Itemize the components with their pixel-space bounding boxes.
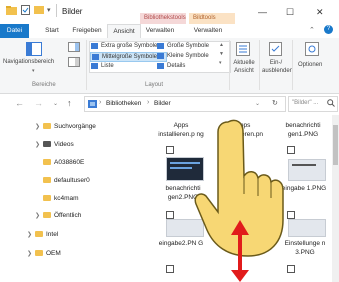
layout-gallery: Extra große Symbole Große Symbole Mittel… bbox=[89, 41, 231, 73]
layout-details[interactable]: Details bbox=[156, 62, 237, 71]
tab-manage-library[interactable]: Verwalten bbox=[143, 24, 177, 38]
current-view-icon[interactable] bbox=[236, 42, 250, 58]
address-dropdown-icon[interactable]: ⌄ bbox=[255, 100, 260, 107]
show-hide-icon[interactable] bbox=[269, 42, 282, 58]
ribbon-collapse-icon[interactable]: ⌃ bbox=[309, 26, 315, 34]
folder-icon bbox=[43, 177, 51, 184]
folder-icon bbox=[35, 231, 43, 238]
layout-list[interactable]: Liste bbox=[90, 62, 165, 71]
current-view-button[interactable]: Aktuelle Ansicht bbox=[231, 59, 257, 75]
breadcrumb-pictures[interactable]: Bilder bbox=[154, 100, 171, 107]
breadcrumb-separator: › bbox=[147, 99, 150, 106]
chevron-right-icon[interactable]: ❯ bbox=[27, 229, 35, 241]
navigation-pane-icon[interactable] bbox=[26, 42, 42, 58]
refresh-icon[interactable]: ↻ bbox=[272, 99, 278, 107]
address-field[interactable]: › Bibliotheken › Bilder ⌄ ↻ bbox=[84, 96, 286, 112]
group-label-panes: Bereiche bbox=[32, 82, 56, 88]
tab-manage-pictures[interactable]: Verwalten bbox=[191, 24, 225, 38]
folder-icon bbox=[43, 195, 51, 202]
chevron-right-icon[interactable]: ❯ bbox=[35, 121, 43, 133]
minimize-button[interactable]: — bbox=[258, 7, 267, 17]
nav-pane-dropdown-icon[interactable]: ▾ bbox=[32, 68, 35, 74]
ribbon-tab-bar: Datei Start Freigeben Ansicht Verwalten … bbox=[0, 24, 339, 39]
details-pane-icon[interactable] bbox=[68, 57, 80, 69]
layout-small-icons[interactable]: Kleine Symbole bbox=[156, 52, 237, 61]
options-button[interactable]: Optionen bbox=[298, 62, 322, 68]
layout-expand-icon[interactable]: ▾ bbox=[219, 60, 222, 66]
ribbon-separator bbox=[259, 40, 260, 90]
hand-scroll-gesture-icon bbox=[194, 119, 284, 282]
library-icon bbox=[88, 100, 97, 110]
tab-share[interactable]: Freigeben bbox=[70, 24, 104, 38]
ribbon-separator bbox=[229, 40, 230, 90]
file-checkbox[interactable] bbox=[166, 265, 174, 273]
maximize-button[interactable]: ☐ bbox=[286, 7, 294, 18]
quick-access-properties-icon[interactable] bbox=[21, 5, 30, 17]
search-field[interactable]: "Bilder" ... bbox=[288, 96, 338, 112]
recent-locations-icon[interactable]: ⌄ bbox=[53, 100, 58, 107]
context-tab-picture-tools[interactable]: Bildtools bbox=[189, 13, 235, 24]
file-checkbox[interactable] bbox=[166, 146, 174, 154]
window-title: Bilder bbox=[62, 7, 83, 16]
tab-start[interactable]: Start bbox=[40, 24, 64, 38]
tab-view[interactable]: Ansicht bbox=[107, 24, 141, 39]
nav-item-public[interactable]: ❯ Öffentlich bbox=[35, 210, 81, 222]
nav-item-a038860e[interactable]: A038860E bbox=[43, 157, 84, 169]
layout-scroll-down-icon[interactable]: ▼ bbox=[219, 51, 224, 57]
scrollbar-thumb[interactable] bbox=[333, 125, 338, 165]
file-checkbox[interactable] bbox=[166, 211, 174, 219]
medium-icons-icon bbox=[92, 54, 99, 60]
nav-item-intel[interactable]: ❯ Intel bbox=[27, 229, 58, 241]
nav-item-searches[interactable]: ❯ Suchvorgänge bbox=[35, 121, 96, 133]
ribbon-separator bbox=[86, 40, 87, 90]
group-label-layout: Layout bbox=[145, 82, 164, 88]
up-arrow-icon[interactable]: ↑ bbox=[67, 98, 72, 108]
search-icon[interactable] bbox=[327, 99, 335, 109]
details-icon bbox=[157, 63, 164, 69]
search-placeholder: "Bilder" ... bbox=[292, 100, 319, 106]
chevron-right-icon[interactable]: ❯ bbox=[35, 210, 43, 222]
close-button[interactable]: ✕ bbox=[316, 7, 324, 18]
breadcrumb-separator: › bbox=[99, 99, 102, 106]
navigation-pane-button[interactable]: Navigationsbereich bbox=[3, 59, 54, 65]
list-icon bbox=[91, 63, 98, 69]
show-hide-button[interactable]: Ein-/ ausblenden bbox=[262, 59, 293, 75]
videos-icon bbox=[43, 141, 51, 148]
extra-large-icons-icon bbox=[91, 43, 98, 49]
layout-scroll-up-icon[interactable]: ▲ bbox=[219, 42, 224, 48]
small-icons-icon bbox=[157, 53, 164, 59]
folder-icon bbox=[43, 123, 51, 130]
nav-item-defaultuser0[interactable]: defaultuser0 bbox=[43, 175, 90, 187]
context-tab-library-tools[interactable]: Bibliothekstools bbox=[140, 13, 186, 24]
nav-item-oem[interactable]: ❯ OEM bbox=[27, 248, 61, 260]
back-arrow-icon[interactable]: ← bbox=[15, 98, 24, 108]
ribbon-separator bbox=[292, 40, 293, 90]
vertical-scrollbar[interactable] bbox=[332, 115, 339, 282]
layout-large-icons[interactable]: Große Symbole bbox=[156, 42, 237, 51]
folder-icon bbox=[43, 159, 51, 166]
nav-item-videos[interactable]: ❯ Videos bbox=[35, 139, 74, 151]
thumbnail-detail bbox=[170, 167, 192, 169]
breadcrumb-libraries[interactable]: Bibliotheken bbox=[106, 100, 141, 107]
preview-pane-icon[interactable] bbox=[68, 42, 80, 54]
chevron-right-icon[interactable]: ❯ bbox=[27, 248, 35, 260]
folder-icon bbox=[35, 250, 43, 257]
options-icon[interactable] bbox=[305, 42, 319, 58]
chevron-right-icon[interactable]: ❯ bbox=[35, 139, 43, 151]
ribbon: Navigationsbereich ▾ Bereiche Extra groß… bbox=[0, 38, 339, 94]
title-divider bbox=[56, 4, 57, 17]
quick-access-newfolder-icon[interactable] bbox=[34, 6, 44, 16]
nav-item-kc4mam[interactable]: kc4mam bbox=[43, 193, 79, 205]
large-icons-icon bbox=[157, 43, 164, 49]
layout-extra-large-icons[interactable]: Extra große Symbole bbox=[90, 42, 165, 51]
folder-icon bbox=[43, 212, 51, 219]
title-bar: ▾ Bilder Bibliothekstools Bildtools — ☐ … bbox=[0, 0, 339, 24]
folder-icon bbox=[6, 6, 17, 17]
help-icon[interactable]: ? bbox=[324, 25, 333, 34]
quick-access-dropdown-icon[interactable]: ▾ bbox=[47, 6, 51, 14]
tab-file[interactable]: Datei bbox=[0, 24, 29, 38]
navigation-pane: ❯ Suchvorgänge ❯ Videos A038860E defaultus… bbox=[0, 115, 132, 282]
forward-arrow-icon[interactable]: → bbox=[34, 98, 43, 108]
